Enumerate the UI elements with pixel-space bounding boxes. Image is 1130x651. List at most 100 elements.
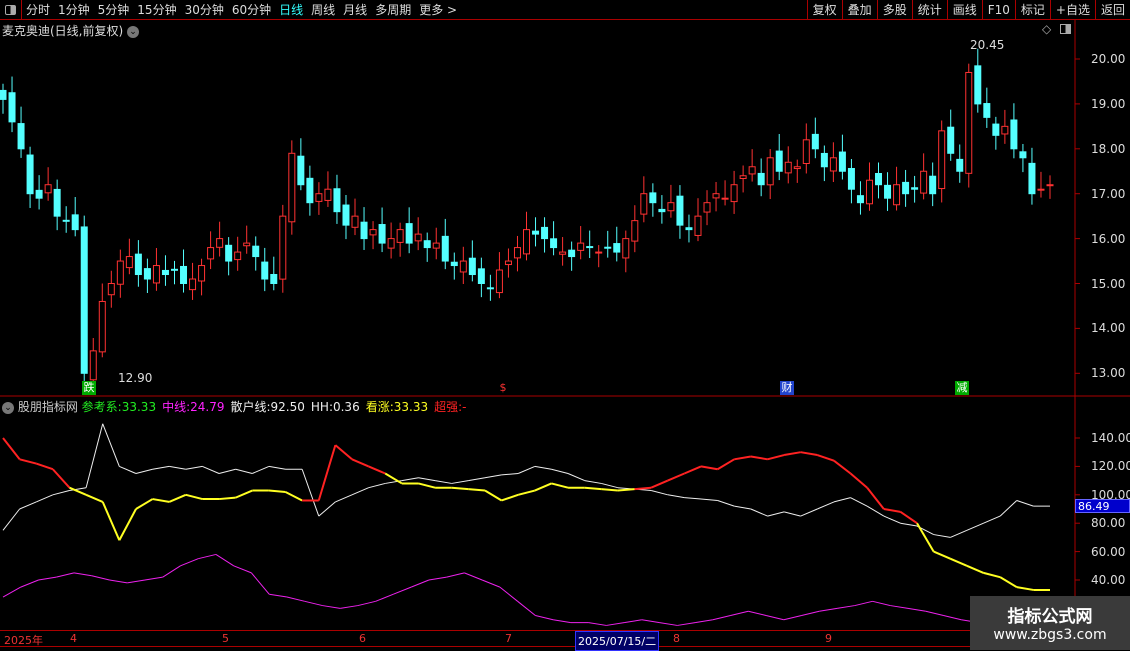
candle-body xyxy=(712,193,720,199)
magenta-line xyxy=(890,605,909,609)
candle-body xyxy=(938,130,946,190)
white-line xyxy=(534,465,552,470)
candle-body xyxy=(884,184,892,199)
candle-body xyxy=(53,188,61,217)
white-line xyxy=(52,490,70,496)
watermark-url: www.zbgs3.com xyxy=(993,627,1107,643)
indicator-val: 33.33 xyxy=(121,400,157,414)
candle-body xyxy=(622,238,630,259)
magenta-line xyxy=(748,610,767,616)
magenta-line xyxy=(836,605,855,609)
candle-body xyxy=(279,215,287,280)
chart-canvas[interactable] xyxy=(0,0,1130,650)
indicator-tick: 140.00 xyxy=(1091,431,1130,445)
price-tick: 14.00 xyxy=(1091,321,1126,336)
indicator-key: HH: xyxy=(310,400,333,414)
magenta-line xyxy=(393,586,412,595)
main-line xyxy=(534,482,552,492)
candle-body xyxy=(748,166,756,175)
candle-body xyxy=(134,253,142,276)
white-line xyxy=(85,423,104,488)
white-line xyxy=(850,497,868,507)
candle-body xyxy=(811,133,819,150)
marker-cai[interactable]: 财 xyxy=(780,381,794,395)
candle-body xyxy=(0,89,7,100)
candle-body xyxy=(676,195,684,226)
main-line xyxy=(966,564,984,574)
candle-body xyxy=(297,155,305,186)
white-line xyxy=(185,465,203,470)
magenta-line xyxy=(499,586,518,602)
candle-body xyxy=(116,260,124,285)
main-line xyxy=(933,550,951,560)
white-line xyxy=(601,482,619,489)
candle-body xyxy=(252,245,260,258)
candle-body xyxy=(802,139,810,165)
main-line xyxy=(683,465,702,475)
candle-body xyxy=(613,243,621,253)
candle-body xyxy=(351,215,359,228)
marker-jian[interactable]: 减 xyxy=(955,381,969,395)
indicator-value: 散户线:92.50 xyxy=(230,400,304,414)
magenta-line xyxy=(677,622,696,626)
magenta-line xyxy=(56,572,75,578)
magenta-line xyxy=(162,565,181,578)
marker-die[interactable]: 跌 xyxy=(82,381,96,395)
candle-body xyxy=(170,268,178,271)
main-line xyxy=(833,459,852,475)
date-axis: 2025年 4 5 6 7 2025/07/15/二 8 9 xyxy=(0,630,1130,651)
month-label: 4 xyxy=(70,632,77,645)
indicator-value: HH:0.36 xyxy=(311,400,360,414)
white-line xyxy=(102,423,120,467)
main-line xyxy=(1016,586,1034,591)
indicator-legend: ⌄ 股朋指标网 参考系:33.33 中线:24.79 散户线:92.50 HH:0.3… xyxy=(2,398,473,415)
magenta-line xyxy=(357,600,376,607)
white-line xyxy=(202,465,220,474)
candle-body xyxy=(739,175,747,180)
chevron-down-icon[interactable]: ⌄ xyxy=(2,401,14,414)
candle-body xyxy=(216,238,224,248)
candle-body xyxy=(8,92,16,123)
white-line xyxy=(717,500,735,507)
candle-body xyxy=(513,247,521,259)
candle-body xyxy=(423,240,431,249)
main-line xyxy=(152,498,170,503)
candle-body xyxy=(559,251,567,255)
candle-body xyxy=(396,229,404,243)
main-line xyxy=(351,458,370,468)
indicator-name[interactable]: 股朋指标网 xyxy=(18,400,78,414)
candle-body xyxy=(911,187,919,190)
candle-body xyxy=(541,226,549,240)
candle-body xyxy=(1046,184,1054,187)
candle-body xyxy=(1019,151,1027,159)
magenta-line xyxy=(464,572,483,581)
candle-body xyxy=(234,251,242,261)
candle-body xyxy=(152,265,160,284)
candle-body xyxy=(947,126,955,154)
price-tick: 13.00 xyxy=(1091,366,1126,381)
month-label: 7 xyxy=(505,632,512,645)
candle-body xyxy=(658,208,666,213)
indicator-value: 看涨:33.33 xyxy=(366,400,428,414)
main-line xyxy=(866,487,885,510)
month-label: 6 xyxy=(359,632,366,645)
candle-body xyxy=(71,214,79,231)
candle-body xyxy=(98,300,106,353)
candle-body xyxy=(685,227,693,231)
magenta-line xyxy=(641,619,660,624)
main-line xyxy=(118,508,137,541)
candle-body xyxy=(568,249,576,258)
magenta-line xyxy=(304,600,323,607)
magenta-line xyxy=(215,554,234,567)
main-line xyxy=(849,472,868,489)
magenta-line xyxy=(535,615,554,621)
magenta-line xyxy=(198,553,217,560)
main-line xyxy=(767,454,785,461)
indicator-val: 0.36 xyxy=(332,400,360,414)
candle-body xyxy=(360,221,368,240)
candle-body xyxy=(459,260,467,273)
marker-dollar[interactable]: $ xyxy=(496,381,510,395)
white-line xyxy=(651,490,668,496)
indicator-key: 参考系: xyxy=(81,400,122,414)
candle-body xyxy=(26,154,34,195)
